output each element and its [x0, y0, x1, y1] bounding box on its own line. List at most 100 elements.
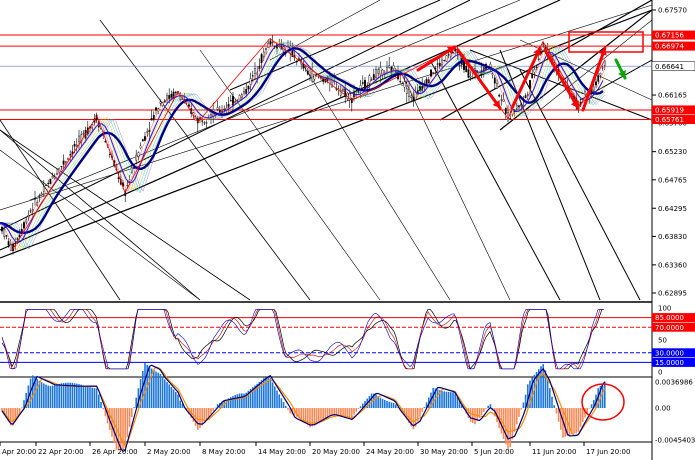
candle-body	[34, 198, 36, 200]
candle-body	[452, 52, 454, 54]
candle-body	[388, 65, 391, 68]
candle-body	[430, 69, 432, 77]
macd-bar	[381, 398, 384, 409]
candle-body	[403, 81, 406, 88]
candle-body	[64, 161, 67, 163]
candle-body	[295, 61, 298, 63]
candle-body	[62, 160, 65, 165]
macd-bar	[80, 384, 82, 409]
candle-body	[377, 69, 380, 74]
price-marker-label: 0.65761	[655, 116, 684, 124]
price-tick-label: 0.63360	[658, 261, 687, 269]
candle-body	[51, 176, 54, 179]
macd-bar	[214, 407, 217, 409]
osc-tick-label: 100	[658, 305, 671, 313]
candle-body	[47, 182, 50, 184]
candle-body	[82, 133, 85, 135]
candle-body	[491, 73, 494, 76]
osc-tick-label: 50	[658, 337, 667, 345]
macd-bar	[390, 402, 393, 409]
candle-body	[247, 85, 250, 90]
candle-body	[493, 77, 496, 84]
candle-body	[542, 43, 545, 46]
candle-body	[601, 67, 604, 69]
macd-bar	[47, 385, 49, 409]
candle-body	[199, 117, 201, 119]
candle-body	[592, 86, 595, 91]
candle-body	[150, 117, 153, 121]
candle-body	[23, 222, 25, 229]
candle-body	[412, 96, 415, 102]
candle-body	[469, 75, 472, 78]
macd-bar	[175, 392, 177, 409]
macd-bar	[111, 408, 113, 437]
candle-body	[38, 195, 41, 197]
macd-bar	[232, 396, 234, 409]
macd-bar	[287, 408, 289, 410]
candle-body	[531, 73, 534, 79]
macd-bar	[144, 362, 146, 409]
macd-bar	[447, 391, 450, 409]
macd-bar	[51, 385, 54, 409]
macd-bar	[153, 370, 155, 409]
macd-bar	[386, 400, 388, 409]
candle-body	[29, 210, 32, 212]
macd-bar	[148, 366, 151, 409]
macd-bar	[236, 394, 239, 409]
macd-bar	[89, 387, 91, 409]
macd-bar	[450, 392, 452, 409]
candle-body	[524, 95, 527, 98]
time-tick-label: 5 Jun 20:00	[474, 448, 514, 456]
macd-bar	[421, 408, 423, 412]
price-marker-label: 0.66641	[655, 63, 684, 71]
macd-bar	[355, 408, 357, 412]
macd-bar	[379, 397, 382, 409]
candle-body	[529, 80, 531, 89]
candle-body	[155, 107, 157, 111]
macd-tick-label: 0.0036986	[655, 379, 693, 387]
osc-tick-label: 0	[658, 369, 662, 377]
macd-bar	[199, 408, 201, 428]
macd-bar	[311, 408, 313, 427]
time-tick-label: 24 May 20:00	[366, 448, 414, 456]
macd-bar	[65, 382, 67, 409]
candle-body	[262, 51, 265, 57]
macd-bar	[170, 386, 173, 409]
oscillator-axis: 100 50 0 85.0000 70.0000 30.0000 15.0000	[652, 305, 695, 377]
candle-body	[267, 42, 270, 48]
candle-body	[434, 67, 437, 69]
candle-body	[533, 69, 536, 73]
macd-axis: 0.0036986 0.00 -0.0045403	[655, 379, 695, 445]
macd-bar	[95, 388, 98, 409]
macd-bar	[392, 403, 395, 409]
macd-bar	[102, 408, 104, 410]
macd-bar	[505, 408, 507, 445]
trading-chart[interactable]: 0.675700.661650.657000.652300.647650.642…	[0, 0, 695, 460]
macd-bar	[511, 408, 514, 440]
macd-bar	[155, 371, 157, 409]
osc-level-label: 85.0000	[655, 314, 684, 322]
macd-tick-label: 0.00	[655, 405, 671, 413]
macd-bar	[518, 408, 520, 417]
macd-bar	[474, 408, 476, 425]
macd-bar	[91, 387, 93, 409]
macd-bar	[43, 383, 45, 409]
macd-bar	[49, 386, 52, 409]
macd-bar	[62, 383, 65, 409]
candle-body	[49, 178, 52, 184]
candle-body	[251, 75, 254, 77]
candle-body	[350, 98, 353, 103]
macd-bar	[564, 408, 566, 437]
macd-bar	[516, 408, 518, 425]
macd-bar	[546, 379, 549, 409]
candle-body	[498, 94, 501, 97]
macd-bar	[452, 392, 454, 409]
candle-body	[465, 65, 468, 73]
macd-bar	[126, 408, 129, 438]
candle-body	[152, 114, 155, 120]
candle-body	[45, 185, 47, 187]
candle-body	[599, 73, 602, 76]
macd-bar	[344, 408, 346, 418]
macd-bar	[87, 386, 89, 409]
macd-bar	[45, 384, 47, 409]
